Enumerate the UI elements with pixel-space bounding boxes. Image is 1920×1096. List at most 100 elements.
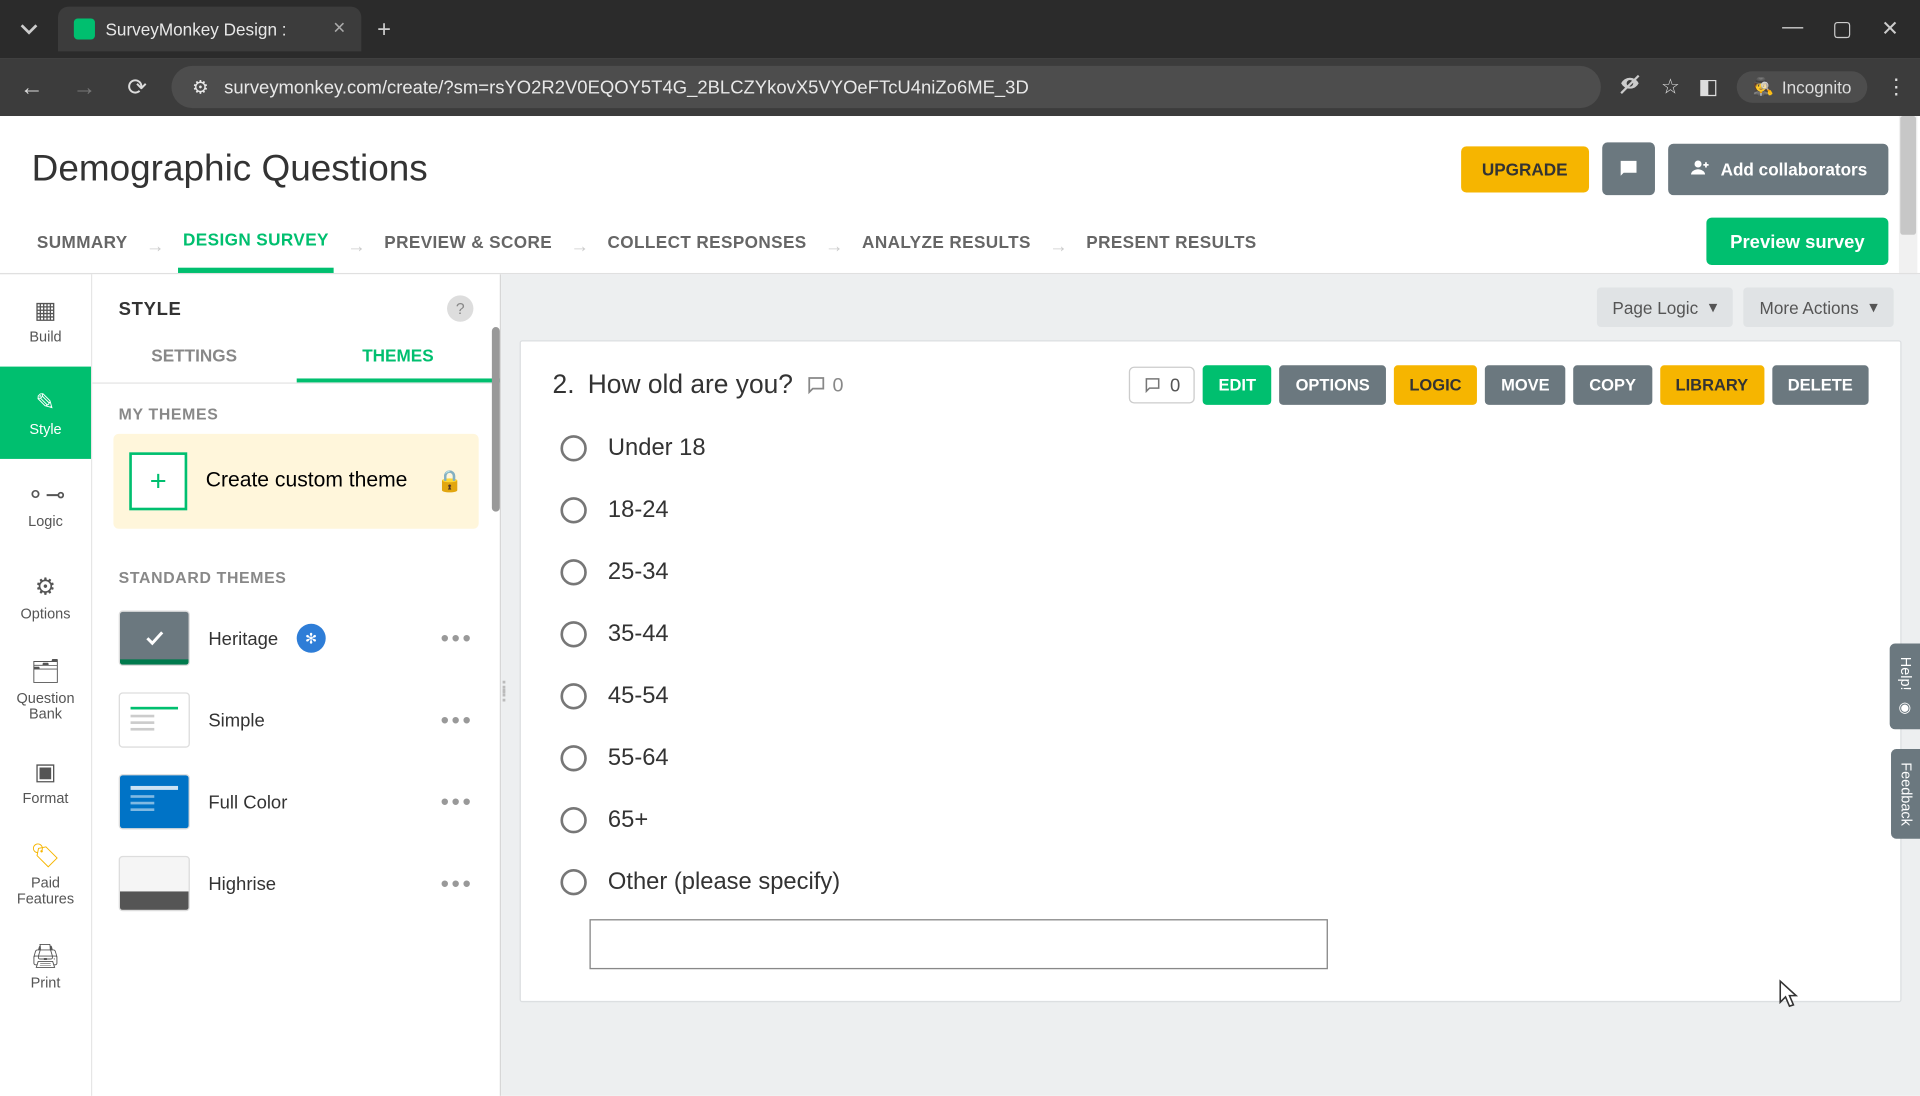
new-tab-button[interactable]: + [377,15,391,43]
survey-canvas: Page Logic ▾ More Actions ▾ ⠿⠿ 2. How ol… [501,274,1920,1096]
help-icon[interactable]: ? [447,295,473,321]
answer-option[interactable]: 18-24 [560,496,1868,524]
theme-simple[interactable]: Simple ••• [92,679,499,761]
browser-tabstrip: SurveyMonkey Design : × + — ▢ ✕ [0,0,1920,58]
radio-icon[interactable] [560,620,586,646]
radio-icon[interactable] [560,435,586,461]
theme-name: Simple [208,709,264,730]
radio-icon[interactable] [560,558,586,584]
theme-more-icon[interactable]: ••• [441,624,474,652]
radio-icon[interactable] [560,496,586,522]
answer-option[interactable]: 25-34 [560,558,1868,586]
chrome-menu-icon[interactable]: ⋮ [1886,74,1907,100]
theme-name: Full Color [208,791,287,812]
answer-option[interactable]: Under 18 [560,434,1868,462]
rail-paid-features[interactable]: 🏷Paid Features [0,828,91,920]
step-design-survey[interactable]: DESIGN SURVEY [178,216,334,273]
visibility-off-icon[interactable] [1616,71,1642,104]
chevron-down-icon: ▾ [1709,297,1718,318]
panel-tab-settings[interactable]: SETTINGS [92,332,296,382]
theme-more-icon[interactable]: ••• [441,788,474,816]
drag-handle-icon[interactable]: ⠿⠿ [501,684,511,700]
panel-scrollbar[interactable] [492,327,500,512]
step-summary[interactable]: SUMMARY [32,219,133,270]
question-options-button[interactable]: OPTIONS [1280,365,1386,405]
question-logic-button[interactable]: LOGIC [1394,365,1478,405]
options-icon: ⚙ [35,573,56,601]
answer-option[interactable]: Other (please specify) [560,868,1868,896]
radio-icon[interactable] [560,682,586,708]
rail-logic[interactable]: ⚬⊸Logic [0,459,91,551]
rail-options[interactable]: ⚙Options [0,551,91,643]
browser-tab[interactable]: SurveyMonkey Design : × [58,7,361,52]
page-logic-dropdown[interactable]: Page Logic ▾ [1597,287,1734,327]
step-collect[interactable]: COLLECT RESPONSES [602,219,812,270]
question-comment-count[interactable]: 0 [806,374,843,396]
theme-name: Highrise [208,873,276,894]
theme-heritage[interactable]: Heritage ✻ ••• [92,597,499,679]
question-card[interactable]: ⠿⠿ 2. How old are you? 0 0 EDIT OP [520,340,1902,1002]
question-library-button[interactable]: LIBRARY [1660,365,1764,405]
question-number: 2. [553,370,575,400]
theme-more-icon[interactable]: ••• [441,706,474,734]
rail-question-bank[interactable]: 🗂Question Bank [0,644,91,736]
answer-option[interactable]: 55-64 [560,744,1868,772]
tab-search-button[interactable] [11,11,48,48]
theme-highrise[interactable]: Highrise ••• [92,843,499,925]
step-present[interactable]: PRESENT RESULTS [1081,219,1262,270]
favicon-icon [74,18,95,39]
address-bar[interactable]: ⚙ surveymonkey.com/create/?sm=rsYO2R2V0E… [171,66,1600,108]
rail-format[interactable]: ▣Format [0,736,91,828]
theme-full-color[interactable]: Full Color ••• [92,761,499,843]
incognito-badge[interactable]: 🕵 Incognito [1737,71,1867,103]
answer-option[interactable]: 65+ [560,806,1868,834]
answer-options: Under 18 18-24 25-34 35-44 45-54 55-64 6… [553,434,1869,896]
step-preview-score[interactable]: PREVIEW & SCORE [379,219,557,270]
answer-option[interactable]: 35-44 [560,620,1868,648]
window-close-icon[interactable]: ✕ [1881,16,1899,42]
feedback-tab[interactable]: Feedback [1891,749,1920,839]
back-button[interactable]: ← [13,69,50,106]
site-settings-icon[interactable]: ⚙ [190,76,211,98]
add-collaborators-button[interactable]: Add collaborators [1668,143,1889,194]
style-icon: ✎ [36,388,56,416]
comments-button[interactable] [1602,142,1655,195]
tab-close-icon[interactable]: × [333,17,345,41]
bookmark-icon[interactable]: ☆ [1661,74,1680,100]
logic-icon: ⚬⊸ [26,481,66,509]
question-move-button[interactable]: MOVE [1485,365,1565,405]
question-comment-pill[interactable]: 0 [1129,367,1195,404]
forward-button[interactable]: → [66,69,103,106]
rail-build[interactable]: ▦Build [0,274,91,366]
chevron-right-icon: → [820,234,849,255]
theme-thumb-icon [119,774,190,829]
question-copy-button[interactable]: COPY [1573,365,1651,405]
question-edit-button[interactable]: EDIT [1203,365,1272,405]
browser-toolbar: ← → ⟳ ⚙ surveymonkey.com/create/?sm=rsYO… [0,58,1920,116]
preview-survey-button[interactable]: Preview survey [1706,217,1888,264]
accessibility-icon: ✻ [297,624,326,653]
build-icon: ▦ [34,296,56,324]
add-collab-label: Add collaborators [1721,159,1868,179]
other-specify-input[interactable] [589,919,1327,969]
window-maximize-icon[interactable]: ▢ [1832,16,1852,42]
more-actions-dropdown[interactable]: More Actions ▾ [1744,287,1894,327]
rail-print[interactable]: 🖨Print [0,920,91,1012]
rail-style[interactable]: ✎Style [0,367,91,459]
panel-title: STYLE [119,298,182,319]
panel-tab-themes[interactable]: THEMES [296,332,500,382]
side-panel-icon[interactable]: ◧ [1698,74,1718,100]
window-minimize-icon[interactable]: — [1782,16,1803,42]
help-tab[interactable]: Help! ◉ [1890,644,1920,729]
question-delete-button[interactable]: DELETE [1772,365,1869,405]
lock-icon: 🔒 [437,468,463,494]
radio-icon[interactable] [560,868,586,894]
create-custom-theme[interactable]: + Create custom theme 🔒 [113,434,478,529]
answer-option[interactable]: 45-54 [560,682,1868,710]
radio-icon[interactable] [560,806,586,832]
radio-icon[interactable] [560,744,586,770]
theme-more-icon[interactable]: ••• [441,870,474,898]
upgrade-button[interactable]: UPGRADE [1461,146,1589,192]
step-analyze[interactable]: ANALYZE RESULTS [857,219,1036,270]
reload-button[interactable]: ⟳ [119,69,156,106]
